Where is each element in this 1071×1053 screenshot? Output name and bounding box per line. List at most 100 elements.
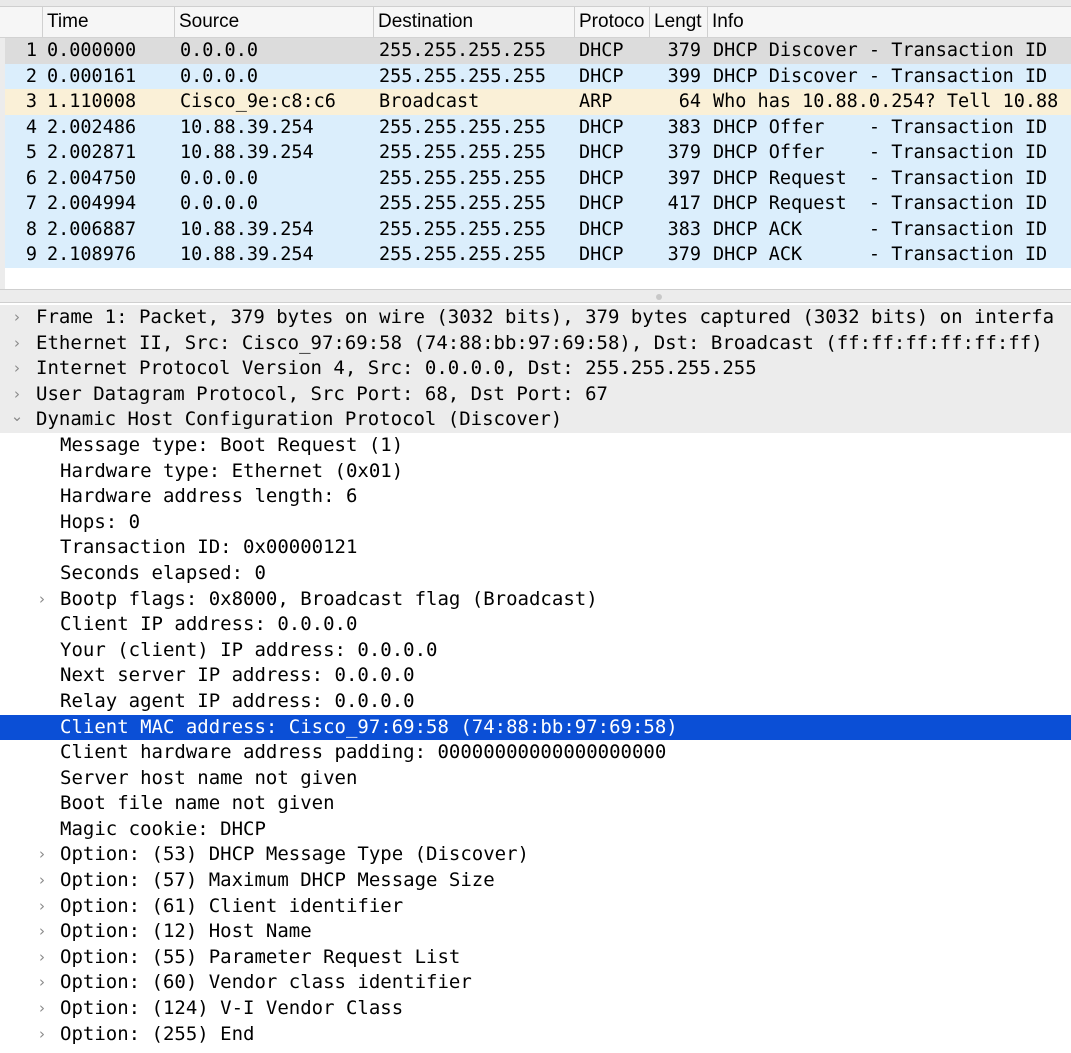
chevron-right-icon[interactable]: › (35, 996, 49, 1022)
packet-destination: 255.255.255.255 (379, 218, 547, 240)
tree-item[interactable]: Hardware type: Ethernet (0x01) (0, 459, 1071, 485)
tree-item-label: Client hardware address padding: 0000000… (60, 741, 667, 764)
chevron-right-icon[interactable]: › (10, 305, 24, 331)
packet-protocol: ARP (579, 91, 613, 112)
tree-item[interactable]: Message type: Boot Request (1) (0, 433, 1071, 459)
packet-row[interactable]: 1 0.000000 0.0.0.0 255.255.255.255 DHCP 379 DH… (5, 38, 1071, 64)
packet-length: 399 (667, 65, 701, 87)
packet-source: 10.88.39.254 (180, 142, 314, 163)
column-header-destination[interactable]: Destination (373, 7, 574, 37)
tree-item[interactable]: › Frame 1: Packet, 379 bytes on wire (303… (0, 305, 1071, 331)
column-header-no[interactable] (0, 7, 42, 37)
tree-item[interactable]: Your (client) IP address: 0.0.0.0 (0, 638, 1071, 664)
splitter-handle-icon[interactable] (656, 294, 662, 300)
tree-item[interactable]: › Option: (61) Client identifier (0, 894, 1071, 920)
tree-item-label: Client IP address: 0.0.0.0 (60, 613, 358, 636)
packet-no: 4 (25, 116, 37, 138)
tree-item[interactable]: Hardware address length: 6 (0, 484, 1071, 510)
packet-time: 2.004750 (47, 167, 137, 189)
chevron-right-icon[interactable]: › (10, 356, 24, 382)
column-header-source[interactable]: Source (174, 7, 373, 37)
chevron-right-icon[interactable]: › (10, 382, 24, 408)
chevron-right-icon[interactable]: › (35, 587, 49, 613)
packet-destination: 255.255.255.255 (379, 193, 547, 214)
tree-item-label: Hops: 0 (60, 510, 141, 533)
chevron-right-icon[interactable]: › (35, 1022, 49, 1048)
packet-row[interactable]: 8 2.006887 10.88.39.254 255.255.255.255 DHCP… (5, 216, 1071, 242)
packet-info: DHCP Discover - Transaction ID (713, 40, 1048, 61)
column-header-protocol[interactable]: Protoco (574, 7, 649, 37)
packet-details-tree[interactable]: › Frame 1: Packet, 379 bytes on wire (303… (0, 305, 1071, 1053)
chevron-right-icon[interactable]: › (35, 842, 49, 868)
packet-info: DHCP ACK - Transaction ID (713, 244, 1048, 265)
tree-item-label: Magic cookie: DHCP (60, 817, 266, 840)
packet-destination: 255.255.255.255 (379, 40, 547, 61)
chevron-right-icon[interactable]: › (35, 919, 49, 945)
column-header-info[interactable]: Info (707, 7, 1071, 37)
tree-item[interactable]: Magic cookie: DHCP (0, 817, 1071, 843)
tree-item[interactable]: › Bootp flags: 0x8000, Broadcast flag (Br… (0, 587, 1071, 613)
packet-destination: 255.255.255.255 (379, 142, 547, 163)
packet-source: Cisco_9e:c8:c6 (180, 91, 336, 112)
pane-splitter[interactable] (0, 289, 1071, 303)
tree-item[interactable]: Server host name not given (0, 766, 1071, 792)
packet-protocol: DHCP (579, 218, 624, 240)
tree-item-label: Option: (60) Vendor class identifier (60, 971, 472, 994)
chevron-right-icon[interactable]: › (35, 894, 49, 920)
tree-item[interactable]: › Option: (124) V-I Vendor Class (0, 996, 1071, 1022)
packet-time: 2.006887 (47, 218, 137, 240)
packet-protocol: DHCP (579, 193, 624, 214)
tree-item[interactable]: Next server IP address: 0.0.0.0 (0, 663, 1071, 689)
packet-row[interactable]: 4 2.002486 10.88.39.254 255.255.255.255 DHCP… (5, 114, 1071, 140)
tree-item[interactable]: › Option: (53) DHCP Message Type (Discove… (0, 842, 1071, 868)
tree-item-label: Next server IP address: 0.0.0.0 (60, 664, 415, 687)
tree-item[interactable]: Hops: 0 (0, 510, 1071, 536)
tree-item[interactable]: › Option: (57) Maximum DHCP Message Size (0, 868, 1071, 894)
packet-no: 2 (25, 65, 37, 87)
packet-source: 0.0.0.0 (180, 193, 258, 214)
packet-info: DHCP Request - Transaction ID (713, 167, 1048, 189)
tree-item-label: Hardware address length: 6 (60, 485, 358, 508)
tree-item[interactable]: Client hardware address padding: 0000000… (0, 740, 1071, 766)
packet-time: 2.002486 (47, 116, 137, 138)
tree-item-selected[interactable]: Client MAC address: Cisco_97:69:58 (74:8… (0, 714, 1071, 741)
tree-item[interactable]: Boot file name not given (0, 791, 1071, 817)
tree-item-label: Option: (255) End (60, 1022, 255, 1045)
packet-row[interactable]: 2 0.000161 0.0.0.0 255.255.255.255 DHCP 399 DH… (5, 63, 1071, 89)
packet-row[interactable]: 3 1.110008 Cisco_9e:c8:c6 Broadcast ARP 64 Who… (5, 89, 1071, 115)
tree-item[interactable]: › Option: (60) Vendor class identifier (0, 970, 1071, 996)
tree-item[interactable]: › Ethernet II, Src: Cisco_97:69:58 (74:88… (0, 330, 1071, 357)
tree-item[interactable]: ⌄ Dynamic Host Configuration Protocol (Di… (0, 407, 1071, 433)
packet-row[interactable]: 7 2.004994 0.0.0.0 255.255.255.255 DHCP 417 DH… (5, 191, 1071, 217)
tree-item[interactable]: Seconds elapsed: 0 (0, 561, 1071, 587)
tree-item[interactable]: Transaction ID: 0x00000121 (0, 535, 1071, 561)
tree-item[interactable]: › Option: (55) Parameter Request List (0, 945, 1071, 971)
chevron-right-icon[interactable]: › (35, 868, 49, 894)
column-header-length[interactable]: Lengt (649, 7, 707, 37)
chevron-down-icon[interactable]: ⌄ (10, 407, 24, 425)
packet-list-header: Time Source Destination Protoco Lengt In… (0, 7, 1071, 38)
packet-list-pane[interactable]: Time Source Destination Protoco Lengt In… (0, 0, 1071, 289)
tree-item-label: Option: (57) Maximum DHCP Message Size (60, 869, 495, 892)
packet-row[interactable]: 9 2.108976 10.88.39.254 255.255.255.255 DHCP… (5, 242, 1071, 268)
chevron-right-icon[interactable]: › (10, 331, 24, 357)
packet-source: 10.88.39.254 (180, 116, 314, 138)
tree-item[interactable]: › Option: (12) Host Name (0, 919, 1071, 945)
packet-length: 383 (667, 218, 701, 240)
packet-row[interactable]: 6 2.004750 0.0.0.0 255.255.255.255 DHCP 397 DH… (5, 165, 1071, 191)
packet-row[interactable]: 5 2.002871 10.88.39.254 255.255.255.255 DHCP… (5, 140, 1071, 166)
tree-item[interactable]: Client IP address: 0.0.0.0 (0, 612, 1071, 638)
tree-item[interactable]: › User Datagram Protocol, Src Port: 68, D… (0, 381, 1071, 408)
column-header-time[interactable]: Time (42, 7, 174, 37)
packet-length: 379 (667, 40, 701, 61)
tree-item[interactable]: › Option: (255) End (0, 1022, 1071, 1048)
chevron-right-icon[interactable]: › (35, 945, 49, 971)
tree-item-label: Internet Protocol Version 4, Src: 0.0.0.… (36, 357, 757, 380)
tree-item[interactable]: › Internet Protocol Version 4, Src: 0.0.0… (0, 356, 1071, 382)
tree-item-label: Client MAC address: Cisco_97:69:58 (74:8… (60, 715, 678, 738)
tree-item-label: Your (client) IP address: 0.0.0.0 (60, 638, 438, 661)
tree-item[interactable]: Relay agent IP address: 0.0.0.0 (0, 689, 1071, 715)
packet-info: DHCP ACK - Transaction ID (713, 218, 1048, 240)
packet-no: 3 (25, 91, 37, 112)
chevron-right-icon[interactable]: › (35, 970, 49, 996)
